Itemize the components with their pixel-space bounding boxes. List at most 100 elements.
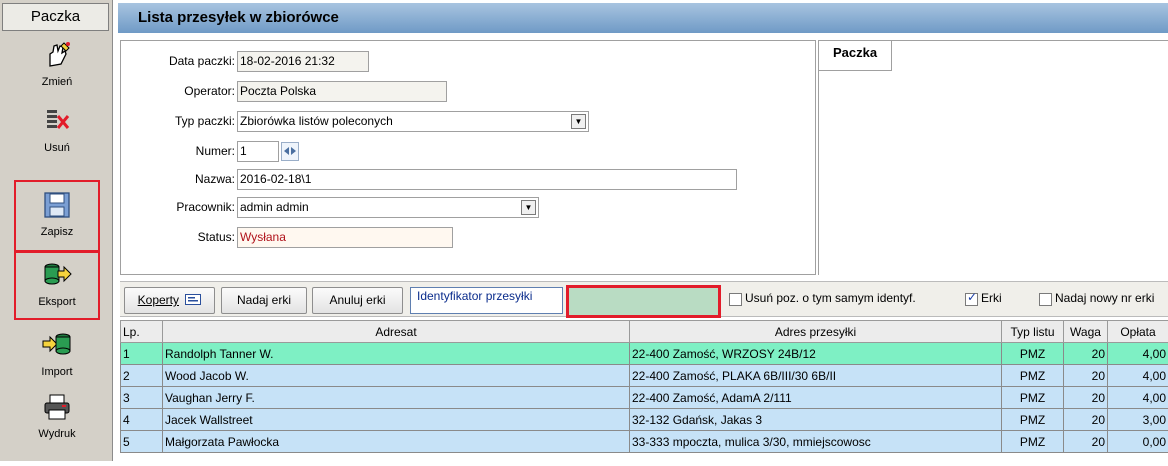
dropdown-arrow-icon[interactable]: ▼ — [571, 114, 586, 129]
table-header-row: Lp. Adresat Adres przesyłki Typ listu Wa… — [121, 321, 1168, 343]
print-button[interactable]: Wydruk — [14, 392, 100, 466]
pracownik-value: admin admin — [240, 200, 309, 214]
shipments-table: Lp. Adresat Adres przesyłki Typ listu Wa… — [120, 320, 1168, 453]
numer-stepper[interactable] — [281, 142, 299, 161]
numer-field[interactable]: 1 — [237, 141, 279, 162]
cell-adres[interactable]: 22-400 Zamość, WRZOSY 24B/12 — [630, 343, 1002, 365]
edit-hand-icon — [42, 40, 72, 70]
nadaj-nowy-checkbox[interactable] — [1039, 293, 1052, 306]
delete-icon — [42, 106, 72, 136]
cell-typ[interactable]: PMZ — [1002, 431, 1064, 453]
tab-panel: Paczka — [818, 40, 1168, 275]
numer-label: Numer: — [131, 144, 235, 158]
export-button-label: Eksport — [16, 296, 98, 308]
window-title: Lista przesyłek w zbiorówce — [118, 3, 1168, 33]
sidebar: Paczka Zmień Usuń Zapisz — [0, 0, 113, 461]
cell-oplata[interactable]: 4,00 — [1108, 343, 1168, 365]
pracownik-select[interactable]: admin admin ▼ — [237, 197, 539, 218]
cell-adres[interactable]: 32-132 Gdańsk, Jakas 3 — [630, 409, 1002, 431]
tab-paczka[interactable]: Paczka — [819, 41, 892, 71]
cell-adresat[interactable]: Jacek Wallstreet — [163, 409, 630, 431]
nazwa-field[interactable]: 2016-02-18\1 — [237, 169, 737, 190]
cell-lp[interactable]: 2 — [121, 365, 163, 387]
typ-paczki-select[interactable]: Zbiorówka listów poleconych ▼ — [237, 111, 589, 132]
usun-checkbox-label: Usuń poz. o tym samym identyf. — [745, 291, 916, 305]
pracownik-label: Pracownik: — [131, 200, 235, 214]
erki-checkbox[interactable] — [965, 293, 978, 306]
cell-adresat[interactable]: Wood Jacob W. — [163, 365, 630, 387]
identyfikator-label: Identyfikator przesyłki — [410, 287, 563, 314]
cell-waga[interactable]: 20 — [1064, 365, 1108, 387]
cell-adresat[interactable]: Randolph Tanner W. — [163, 343, 630, 365]
data-paczki-label: Data paczki: — [131, 54, 235, 68]
typ-paczki-value: Zbiorówka listów poleconych — [240, 114, 393, 128]
cell-oplata[interactable]: 4,00 — [1108, 387, 1168, 409]
column-header-adres[interactable]: Adres przesyłki — [630, 321, 1002, 343]
status-field: Wysłana — [237, 227, 453, 248]
identyfikator-input[interactable] — [566, 285, 721, 318]
export-button[interactable]: Eksport — [14, 250, 100, 320]
table-row[interactable]: 4Jacek Wallstreet32-132 Gdańsk, Jakas 3P… — [121, 409, 1168, 431]
column-header-adresat[interactable]: Adresat — [163, 321, 630, 343]
table-row[interactable]: 5Małgorzata Pawłocka33-333 mpoczta, muli… — [121, 431, 1168, 453]
koperty-button[interactable]: Koperty — [124, 287, 215, 314]
cell-lp[interactable]: 4 — [121, 409, 163, 431]
nazwa-label: Nazwa: — [131, 172, 235, 186]
envelope-icon — [185, 294, 201, 305]
cell-adresat[interactable]: Vaughan Jerry F. — [163, 387, 630, 409]
cell-typ[interactable]: PMZ — [1002, 365, 1064, 387]
edit-button[interactable]: Zmień — [14, 40, 100, 114]
cell-typ[interactable]: PMZ — [1002, 387, 1064, 409]
save-button[interactable]: Zapisz — [14, 180, 100, 253]
import-icon — [42, 330, 72, 360]
cell-typ[interactable]: PMZ — [1002, 343, 1064, 365]
cell-adres[interactable]: 22-400 Zamość, AdamA 2/111 — [630, 387, 1002, 409]
operator-label: Operator: — [131, 84, 235, 98]
cell-adresat[interactable]: Małgorzata Pawłocka — [163, 431, 630, 453]
table-row[interactable]: 3Vaughan Jerry F.22-400 Zamość, AdamA 2/… — [121, 387, 1168, 409]
cell-typ[interactable]: PMZ — [1002, 409, 1064, 431]
typ-paczki-label: Typ paczki: — [131, 114, 235, 128]
data-paczki-field[interactable]: 18-02-2016 21:32 — [237, 51, 369, 72]
cell-lp[interactable]: 5 — [121, 431, 163, 453]
shipments-grid: Lp. Adresat Adres przesyłki Typ listu Wa… — [120, 320, 1168, 461]
nadaj-erki-button[interactable]: Nadaj erki — [221, 287, 307, 314]
status-label: Status: — [131, 230, 235, 244]
cell-adres[interactable]: 22-400 Zamość, PLAKA 6B/III/30 6B/II — [630, 365, 1002, 387]
column-header-lp[interactable]: Lp. — [121, 321, 163, 343]
cell-lp[interactable]: 1 — [121, 343, 163, 365]
cell-waga[interactable]: 20 — [1064, 431, 1108, 453]
printer-icon — [42, 392, 72, 422]
column-header-oplata[interactable]: Opłata — [1108, 321, 1168, 343]
cell-oplata[interactable]: 3,00 — [1108, 409, 1168, 431]
shipments-toolbar: Koperty Nadaj erki Anuluj erki Identyfik… — [120, 281, 1168, 317]
cell-oplata[interactable]: 4,00 — [1108, 365, 1168, 387]
cell-waga[interactable]: 20 — [1064, 409, 1108, 431]
anuluj-erki-button[interactable]: Anuluj erki — [312, 287, 403, 314]
cell-oplata[interactable]: 0,00 — [1108, 431, 1168, 453]
sidebar-header: Paczka — [2, 3, 109, 31]
delete-button[interactable]: Usuń — [14, 106, 100, 180]
column-header-typ[interactable]: Typ listu — [1002, 321, 1064, 343]
cell-waga[interactable]: 20 — [1064, 343, 1108, 365]
edit-button-label: Zmień — [14, 76, 100, 88]
column-header-waga[interactable]: Waga — [1064, 321, 1108, 343]
dropdown-arrow-icon[interactable]: ▼ — [521, 200, 536, 215]
table-row[interactable]: 1Randolph Tanner W.22-400 Zamość, WRZOSY… — [121, 343, 1168, 365]
stepper-arrows-icon — [282, 143, 298, 160]
delete-button-label: Usuń — [14, 142, 100, 154]
usun-checkbox[interactable] — [729, 293, 742, 306]
erki-checkbox-label: Erki — [981, 291, 1002, 305]
operator-field[interactable]: Poczta Polska — [237, 81, 447, 102]
cell-lp[interactable]: 3 — [121, 387, 163, 409]
save-button-label: Zapisz — [16, 226, 98, 238]
save-floppy-icon — [42, 190, 72, 220]
koperty-label: Koperty — [138, 293, 179, 307]
nadaj-nowy-checkbox-label: Nadaj nowy nr erki — [1055, 291, 1154, 305]
export-icon — [42, 260, 72, 290]
cell-waga[interactable]: 20 — [1064, 387, 1108, 409]
cell-adres[interactable]: 33-333 mpoczta, mulica 3/30, mmiejscowos… — [630, 431, 1002, 453]
table-row[interactable]: 2Wood Jacob W.22-400 Zamość, PLAKA 6B/II… — [121, 365, 1168, 387]
package-form: Data paczki: 18-02-2016 21:32 Operator: … — [120, 40, 816, 275]
import-button-label: Import — [14, 366, 100, 378]
